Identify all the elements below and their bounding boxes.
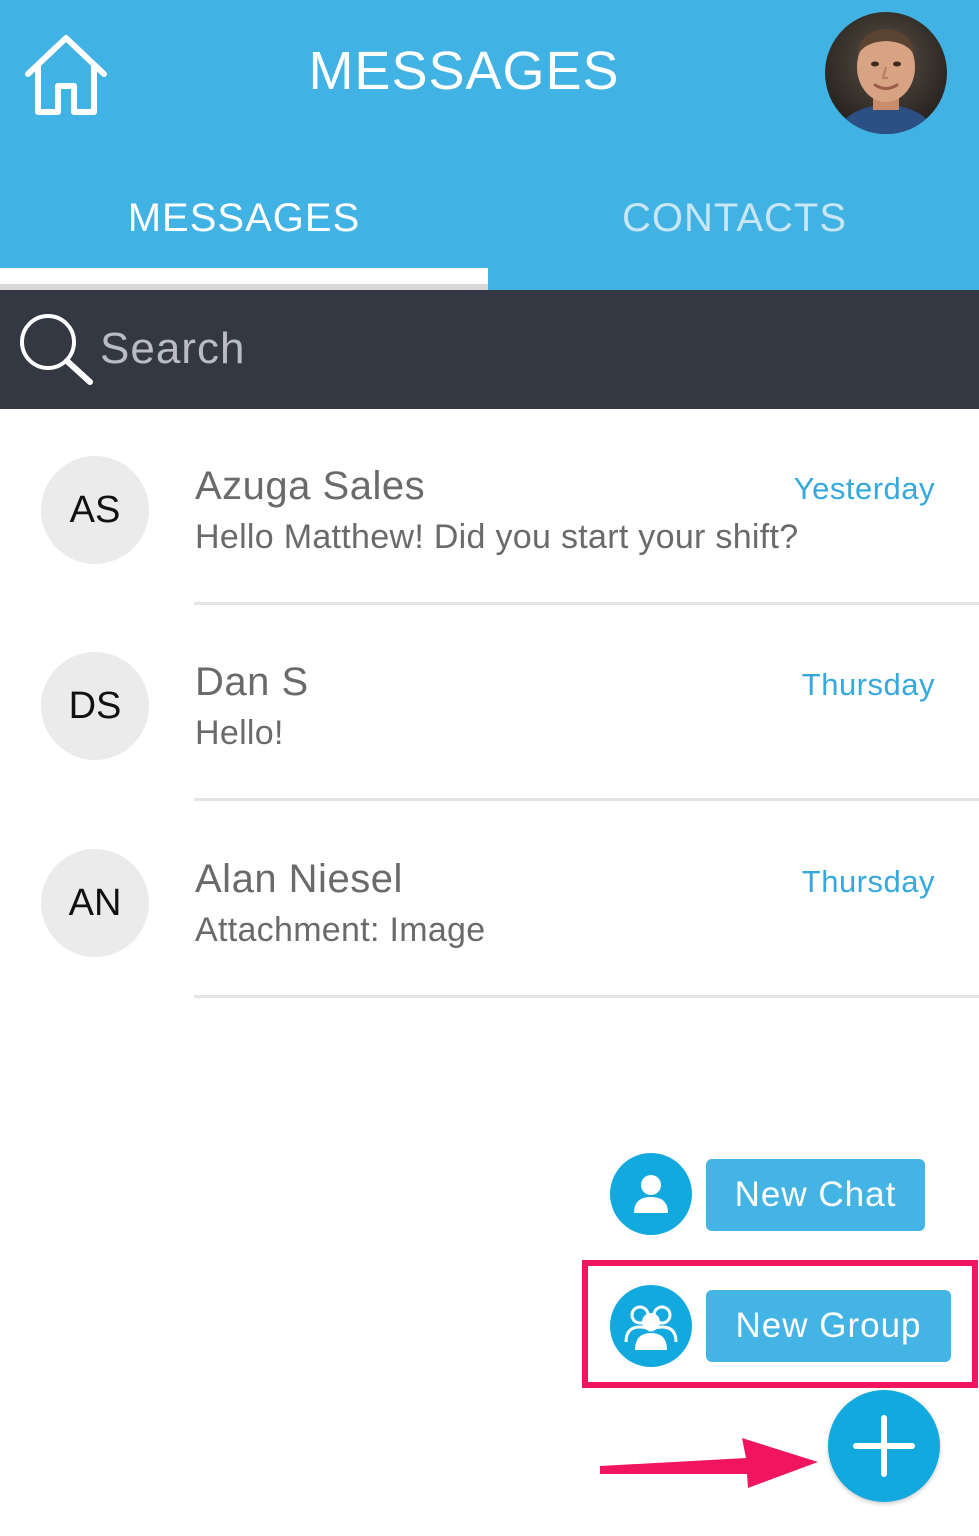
conversation-name: Azuga Sales: [195, 464, 426, 508]
arrow-annotation-icon: [600, 1438, 818, 1488]
profile-avatar[interactable]: [825, 12, 947, 134]
divider: [194, 798, 979, 801]
conversation-preview: Hello Matthew! Did you start your shift?: [195, 518, 799, 556]
new-group-button[interactable]: New Group: [706, 1290, 951, 1362]
conversation-time: Thursday: [801, 864, 935, 899]
group-icon: [624, 1305, 678, 1350]
tab-messages[interactable]: MESSAGES: [0, 196, 488, 241]
tab-contacts[interactable]: CONTACTS: [490, 196, 979, 241]
contact-initials-avatar: AN: [41, 849, 149, 957]
page-title: MESSAGES: [308, 41, 620, 101]
plus-icon: [853, 1415, 915, 1477]
new-chat-button[interactable]: New Chat: [706, 1159, 925, 1231]
divider: [194, 995, 979, 998]
person-icon: [634, 1175, 668, 1213]
conversation-name: Dan S: [195, 660, 309, 704]
search-input[interactable]: [100, 312, 940, 386]
conversation-preview: Attachment: Image: [195, 911, 486, 949]
new-group-icon-button[interactable]: [610, 1285, 692, 1367]
conversation-item[interactable]: DS Dan S Thursday Hello!: [0, 605, 979, 801]
search-bar: [0, 290, 979, 409]
add-fab-button[interactable]: [828, 1390, 940, 1502]
conversation-time: Yesterday: [793, 471, 935, 506]
conversation-time: Thursday: [801, 667, 935, 702]
new-chat-icon-button[interactable]: [610, 1153, 692, 1235]
contact-initials-avatar: AS: [41, 456, 149, 564]
search-icon: [20, 314, 93, 385]
conversation-item[interactable]: AN Alan Niesel Thursday Attachment: Imag…: [0, 802, 979, 998]
profile-photo: [825, 12, 947, 134]
conversation-item[interactable]: AS Azuga Sales Yesterday Hello Matthew! …: [0, 409, 979, 605]
conversation-name: Alan Niesel: [195, 857, 403, 901]
app-header: MESSAGES MESSAGES CONTACTS: [0, 0, 979, 290]
contact-initials-avatar: DS: [41, 652, 149, 760]
conversation-preview: Hello!: [195, 714, 284, 752]
